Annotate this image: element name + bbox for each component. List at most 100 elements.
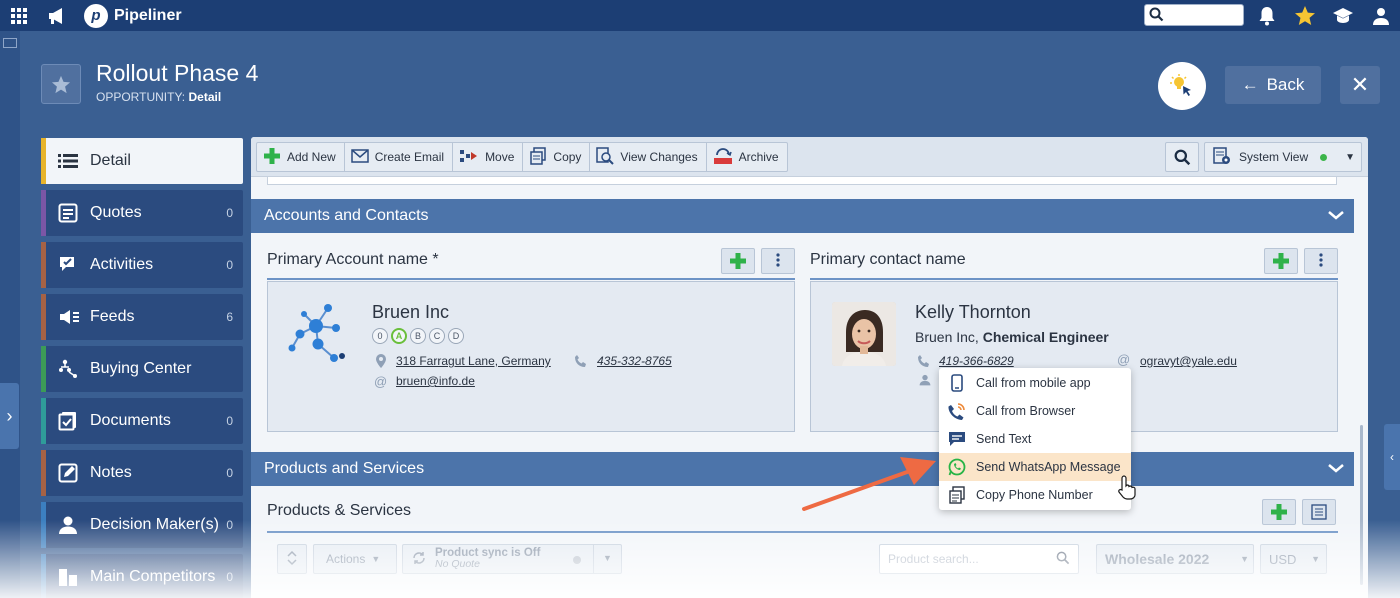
account-rating[interactable]: 0 A B C D: [372, 328, 464, 344]
add-product-button[interactable]: [1262, 499, 1296, 525]
nav-count: 6: [226, 310, 233, 324]
panel-icon[interactable]: [3, 38, 17, 48]
location-pin-icon: [376, 354, 386, 371]
currency-dropdown[interactable]: USD ▼: [1260, 544, 1327, 574]
grade-c[interactable]: C: [429, 328, 445, 344]
move-button[interactable]: Move: [453, 143, 524, 171]
menu-item-copy-phone[interactable]: Copy Phone Number: [939, 481, 1131, 509]
collapse-right-panel-button[interactable]: ‹: [1384, 424, 1400, 490]
lightbulb-cursor-icon: [1170, 74, 1191, 96]
activities-icon: [58, 255, 80, 275]
account-more-button[interactable]: [761, 248, 795, 274]
plus-icon: [1273, 253, 1289, 269]
account-phone-link[interactable]: 435-332-8765: [597, 354, 672, 368]
star-icon[interactable]: [1286, 0, 1324, 31]
nav-item-notes[interactable]: Notes 0: [41, 450, 243, 496]
nav-label: Activities: [90, 256, 154, 273]
nav-label: Decision Maker(s): [90, 516, 219, 533]
documents-icon: [58, 411, 80, 431]
grade-0[interactable]: 0: [372, 328, 388, 344]
bell-icon[interactable]: [1248, 0, 1286, 31]
add-new-button[interactable]: Add New: [257, 143, 345, 171]
add-contact-button[interactable]: [1264, 248, 1298, 274]
plus-icon: [730, 253, 746, 269]
insights-button[interactable]: [1158, 62, 1206, 110]
field-underline: [810, 278, 1338, 280]
nav-item-detail[interactable]: Detail: [41, 138, 243, 184]
action-toolbar: Add New Create Email Move Copy View Chan…: [251, 137, 1368, 177]
view-changes-button[interactable]: View Changes: [590, 143, 707, 171]
status-dot: [1320, 153, 1328, 161]
phone-actions-menu: Call from mobile app Call from Browser S…: [939, 368, 1131, 510]
pipeliner-logo[interactable]: p Pipeliner: [84, 3, 182, 28]
scrollbar[interactable]: [1360, 425, 1363, 585]
menu-item-call-mobile[interactable]: Call from mobile app: [939, 369, 1131, 397]
menu-item-send-text[interactable]: Send Text: [939, 425, 1131, 453]
grade-a[interactable]: A: [391, 328, 407, 344]
nav-item-activities[interactable]: Activities 0: [41, 242, 243, 288]
toolbar-search-button[interactable]: [1165, 142, 1199, 172]
contact-more-button[interactable]: [1304, 248, 1338, 274]
left-rail: [0, 31, 20, 598]
nav-item-feeds[interactable]: Feeds 6: [41, 294, 243, 340]
menu-item-call-browser[interactable]: Call from Browser: [939, 397, 1131, 425]
graduation-cap-icon[interactable]: [1324, 0, 1362, 31]
close-button[interactable]: ✕: [1340, 66, 1380, 104]
apps-grid-icon[interactable]: [0, 0, 38, 31]
sort-toggle-button[interactable]: [277, 544, 307, 574]
primary-account-label: Primary Account name *: [267, 251, 439, 268]
product-sync-toggle[interactable]: Product sync is Off No Quote ▼: [402, 544, 622, 574]
back-button[interactable]: ← Back: [1225, 66, 1321, 104]
account-address-link[interactable]: 318 Farragut Lane, Germany: [396, 354, 551, 368]
actions-dropdown[interactable]: Actions ▼: [313, 544, 397, 574]
nav-count: 0: [226, 414, 233, 428]
megaphone-icon[interactable]: [38, 0, 76, 31]
chevron-down-icon: ▼: [371, 554, 381, 564]
sms-icon: [948, 431, 966, 447]
add-new-label: Add New: [287, 150, 336, 164]
copy-icon: [529, 146, 547, 168]
global-search-input[interactable]: [1144, 4, 1244, 26]
create-email-button[interactable]: Create Email: [345, 143, 454, 171]
at-sign-icon: @: [1117, 352, 1131, 367]
more-vertical-icon: [776, 252, 780, 270]
search-icon: [1149, 7, 1164, 25]
grade-b[interactable]: B: [410, 328, 426, 344]
nav-item-documents[interactable]: Documents 0: [41, 398, 243, 444]
system-view-dropdown[interactable]: System View ▼: [1204, 142, 1362, 172]
section-accounts-contacts[interactable]: Accounts and Contacts: [251, 199, 1354, 233]
contact-email-link[interactable]: ogravyt@yale.edu: [1140, 354, 1237, 368]
grade-d[interactable]: D: [448, 328, 464, 344]
product-search-input[interactable]: Product search...: [879, 544, 1079, 574]
chevron-down-icon: ▼: [603, 553, 612, 563]
nav-item-decision-makers[interactable]: Decision Maker(s) 0: [41, 502, 243, 548]
list-icon: [58, 153, 80, 169]
contact-phone-link[interactable]: 419-366-6829: [939, 354, 1014, 368]
contact-name[interactable]: Kelly Thornton: [915, 302, 1031, 323]
price-list-dropdown[interactable]: Wholesale 2022 ▼: [1096, 544, 1254, 574]
account-card[interactable]: Bruen Inc 0 A B C D 318 Farragut Lane, G…: [267, 281, 795, 432]
copy-button[interactable]: Copy: [523, 143, 591, 171]
nav-item-quotes[interactable]: Quotes 0: [41, 190, 243, 236]
contact-photo: [832, 302, 896, 366]
nav-item-main-competitors[interactable]: Main Competitors 0: [41, 554, 243, 598]
phone-icon: [574, 354, 588, 371]
annotation-arrow-icon: [802, 457, 936, 511]
brand-name: Pipeliner: [114, 6, 182, 24]
archive-button[interactable]: Archive: [707, 143, 787, 171]
account-name[interactable]: Bruen Inc: [372, 302, 449, 323]
chevron-down-icon[interactable]: [1326, 458, 1346, 483]
favorite-star-button[interactable]: [41, 64, 81, 104]
sync-subtitle: No Quote: [435, 558, 480, 570]
field-underline: [267, 531, 1338, 533]
entity-type: OPPORTUNITY:: [96, 90, 186, 104]
user-profile-icon[interactable]: [1362, 0, 1400, 31]
chevron-down-icon[interactable]: [1326, 205, 1346, 230]
add-account-button[interactable]: [721, 248, 755, 274]
account-email-link[interactable]: bruen@info.de: [396, 374, 475, 388]
nav-item-buying-center[interactable]: Buying Center: [41, 346, 243, 392]
menu-item-send-whatsapp[interactable]: Send WhatsApp Message: [939, 453, 1131, 481]
menu-item-label: Send WhatsApp Message: [976, 460, 1121, 474]
expand-sidebar-button[interactable]: ›: [0, 383, 19, 449]
product-list-button[interactable]: [1302, 499, 1336, 525]
